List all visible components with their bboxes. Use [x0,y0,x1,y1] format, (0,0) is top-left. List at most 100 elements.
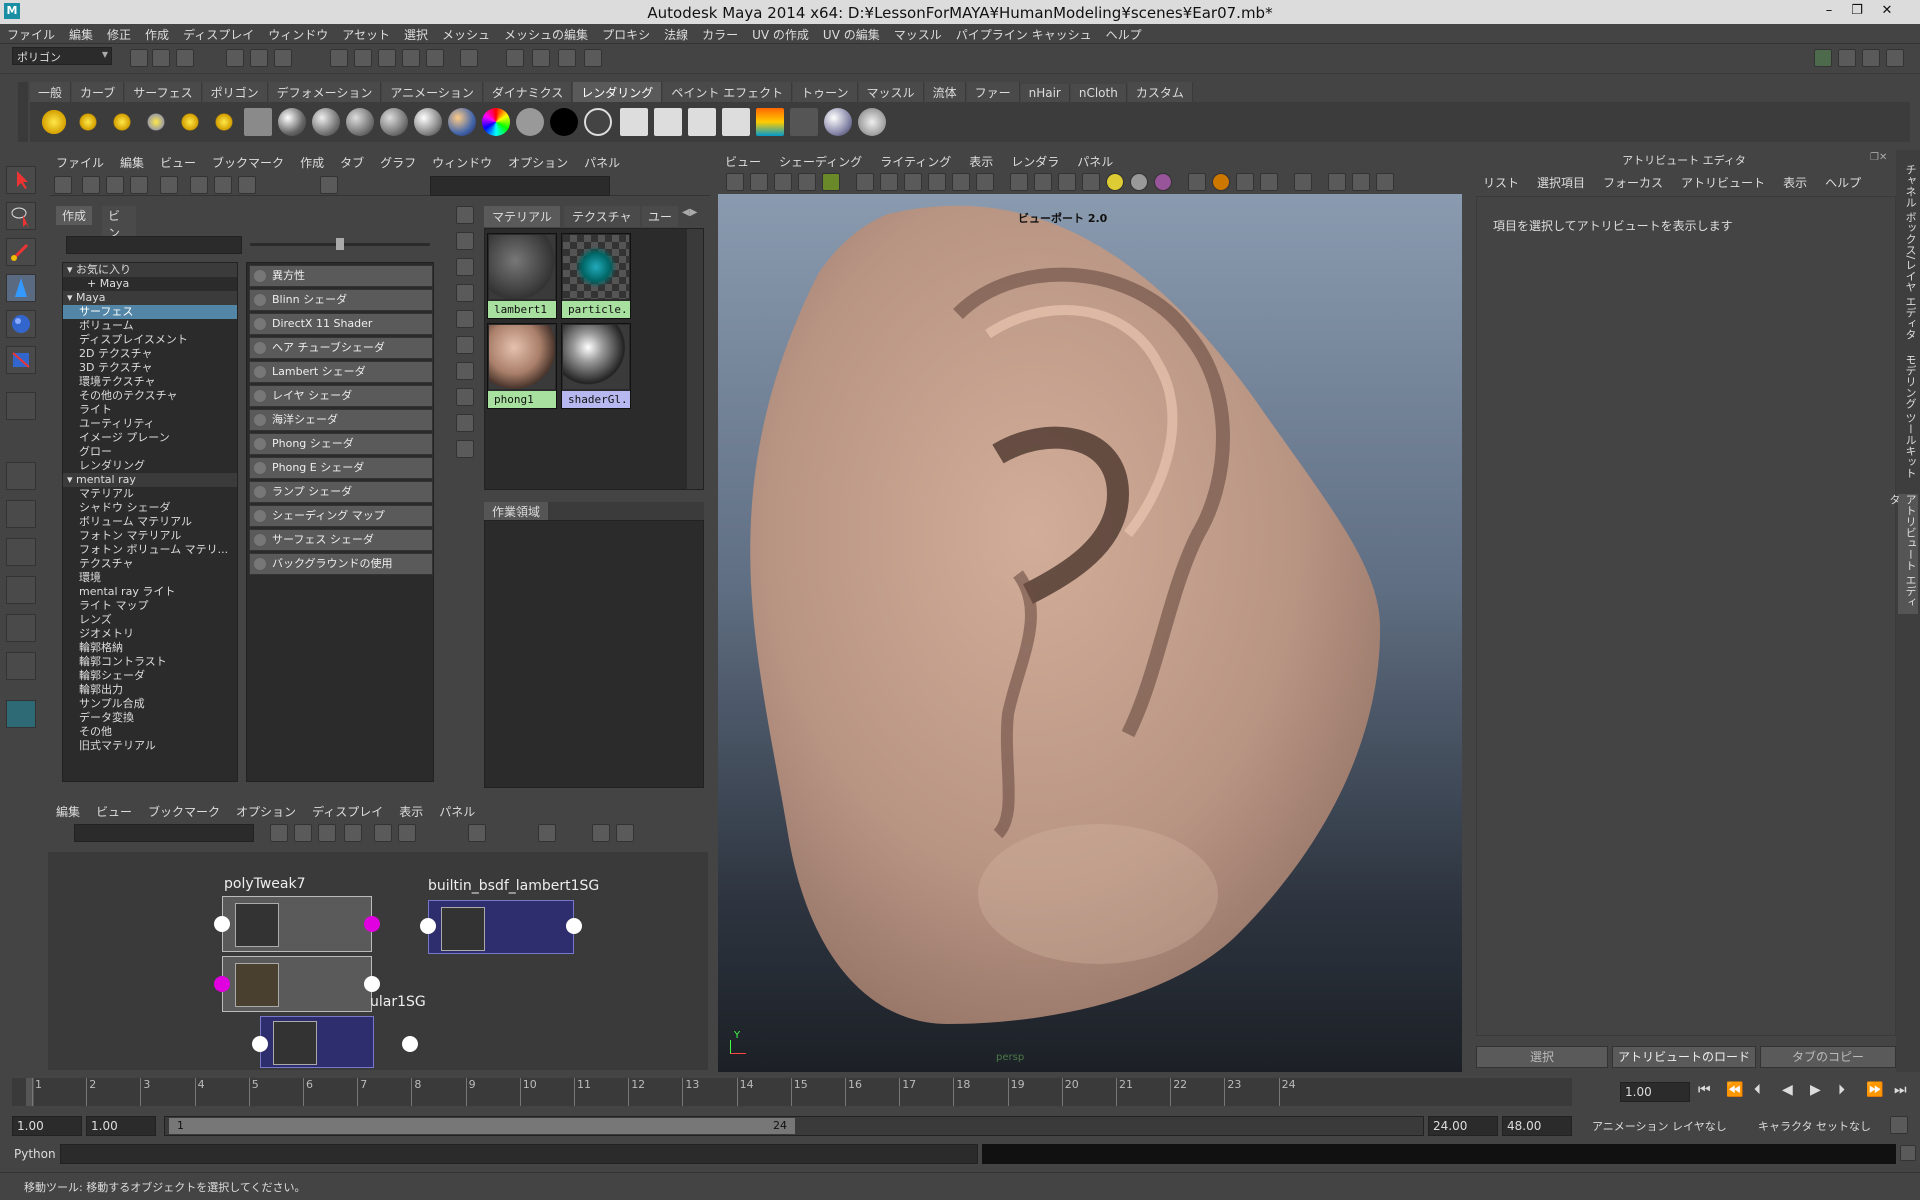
depth-of-field-icon[interactable] [1260,173,1278,191]
sg-input-pin[interactable] [252,1036,268,1052]
node-shading-group[interactable] [260,1016,374,1068]
tree-item[interactable]: 輪郭コントラスト [63,655,237,669]
ae-menu-2[interactable]: フォーカス [1594,174,1672,191]
camera-lock-icon[interactable] [750,173,768,191]
tab-utilities[interactable]: ユー [642,206,679,227]
small-icon[interactable] [456,258,474,276]
go-to-end-icon[interactable]: ⏭ [1894,1082,1907,1098]
viewport-menu-2[interactable]: ライティング [871,152,960,171]
shader-button[interactable]: Lambert シェーダ [249,361,433,383]
node-editor-menu-2[interactable]: ブックマーク [140,802,228,821]
sort-reverse-icon[interactable] [456,440,474,458]
tree-item[interactable]: サーフェス [63,305,237,319]
tree-item[interactable]: + Maya [63,277,237,291]
hypershade-menu-4[interactable]: 作成 [292,153,332,172]
render-view-icon[interactable] [506,49,524,67]
clear-graph-icon[interactable] [320,176,338,194]
work-area[interactable] [484,520,704,788]
hypershade-menu-8[interactable]: オプション [500,153,576,172]
safe-title-icon[interactable] [976,173,994,191]
shelf-tab-10[interactable]: マッスル [858,82,924,103]
shader-button[interactable]: 海洋シェーダ [249,409,433,431]
viewport-menu-0[interactable]: ビュー [716,152,770,171]
node-polytweak[interactable] [222,896,372,952]
hypershade-menu-9[interactable]: パネル [576,153,628,172]
layout-outliner-icon[interactable] [6,576,36,604]
ambient-light-icon[interactable] [40,108,68,136]
menu-item-13[interactable]: UV の作成 [745,24,816,43]
isolate-select-icon[interactable] [1294,173,1312,191]
tree-item[interactable]: ▾ Maya [63,291,237,305]
layout-single-icon[interactable] [6,462,36,490]
tab-create[interactable]: 作成 [56,206,93,225]
wireframe-on-shaded-icon[interactable] [1058,173,1076,191]
tree-item[interactable]: 3D テクスチャ [63,361,237,375]
tree-item[interactable]: フォトン ボリューム マテリ... [63,543,237,557]
viewport-menu-4[interactable]: レンダラ [1002,152,1068,171]
field-chart-icon[interactable] [928,173,946,191]
ae-menu-5[interactable]: ヘルプ [1816,174,1870,191]
shader-button[interactable]: ヘア チューブシェーダ [249,337,433,359]
anti-alias-icon[interactable] [1236,173,1254,191]
menu-item-6[interactable]: アセット [335,24,397,43]
move-tool-icon[interactable] [6,274,36,302]
menu-item-17[interactable]: ヘルプ [1099,24,1149,43]
image-plane-icon[interactable] [798,173,816,191]
menu-item-0[interactable]: ファイル [0,24,62,43]
script-editor-icon[interactable] [1900,1145,1916,1161]
menu-item-16[interactable]: パイプライン キャッシュ [949,24,1099,43]
swatch-phong1[interactable]: phong1 [487,323,557,409]
shelf-handle[interactable] [18,82,28,142]
playback-end-field[interactable]: 24.00 [1428,1116,1498,1136]
sort-time-icon[interactable] [456,414,474,432]
grid-snap-icon[interactable] [538,824,556,842]
paint-material-icon[interactable] [858,108,886,136]
shelf-tab-7[interactable]: レンダリング [573,82,663,103]
point-light-icon[interactable] [108,108,136,136]
shelf-tab-2[interactable]: サーフェス [125,82,202,103]
tab-channel-box[interactable]: チャネル ボックス/レイヤ エディタ [1898,164,1918,364]
hypershade-menu-1[interactable]: 編集 [112,153,152,172]
graph-materials-icon[interactable] [160,176,178,194]
menu-item-1[interactable]: 編集 [62,24,100,43]
volume-light-icon[interactable] [210,108,238,136]
shelf-tab-6[interactable]: ダイナミクス [483,82,573,103]
shelf-tab-4[interactable]: デフォメーション [268,82,382,103]
tab-modeling-toolkit[interactable]: モデリング ツールキット [1898,354,1918,494]
tree-item[interactable]: 輪郭格納 [63,641,237,655]
select-hierarchy-icon[interactable] [226,49,244,67]
tree-item[interactable]: ボリューム マテリアル [63,515,237,529]
show-tool-settings-icon[interactable] [1862,49,1880,67]
shelf-tab-12[interactable]: ファー [966,82,1020,103]
save-scene-icon[interactable] [176,49,194,67]
shelf-tab-0[interactable]: 一般 [30,82,72,103]
step-back-frame-icon[interactable]: ⏴ [1754,1082,1761,1098]
hypershade-menu-2[interactable]: ビュー [152,153,204,172]
add-graph-icon[interactable] [592,824,610,842]
gate-mask-icon[interactable] [904,173,922,191]
snap-live-icon[interactable] [426,49,444,67]
mesh-output-pin[interactable] [364,976,380,992]
playback-start-field[interactable]: 1.00 [86,1116,156,1136]
tree-item[interactable]: レンズ [63,613,237,627]
node-editor-menu-5[interactable]: 表示 [391,802,431,821]
tab-scroll-icon[interactable]: ◀▶ [682,207,697,218]
bsdf-output-pin[interactable] [566,918,582,934]
layout-top-icon[interactable] [82,176,100,194]
node-editor-menu-3[interactable]: オプション [228,802,304,821]
node-search-field[interactable] [74,824,254,842]
directional-light-icon[interactable] [74,108,102,136]
xray-joints-icon[interactable] [1328,173,1346,191]
tree-item[interactable]: ライト マップ [63,599,237,613]
show-channel-box-icon[interactable] [1886,49,1904,67]
node-graph[interactable]: polyTweak7 ular1SG builtin_bsdf_lambert1… [48,852,708,1070]
menu-item-10[interactable]: プロキシ [595,24,657,43]
range-handle[interactable]: 1 24 [169,1118,795,1134]
ae-menu-0[interactable]: リスト [1474,174,1528,191]
go-to-start-icon[interactable]: ⏮ [1698,1082,1711,1098]
spot-light-icon[interactable] [142,108,170,136]
tree-item[interactable]: ▾ mental ray [63,473,237,487]
anisotropic-material-icon[interactable] [278,108,306,136]
new-scene-icon[interactable] [130,49,148,67]
xray-icon[interactable] [1082,173,1100,191]
